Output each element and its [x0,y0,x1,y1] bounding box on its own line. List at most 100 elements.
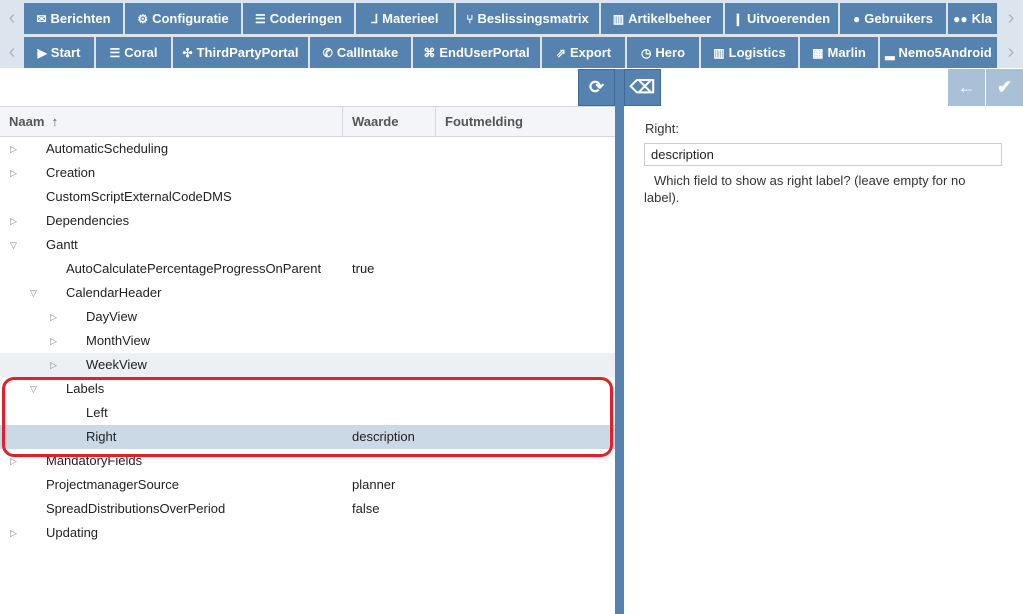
nav-tab-enduserportal[interactable]: ⌘ EndUserPortal [413,37,542,68]
expand-icon[interactable]: ▷ [10,209,17,233]
collapse-icon[interactable]: ▽ [30,281,37,305]
row-value: planner [352,477,396,492]
refresh-button[interactable]: ⟳ [578,69,615,106]
row-value: true [352,261,375,276]
row-name: Right [86,429,117,444]
nav-tab-label: Coral [124,45,158,60]
expand-icon[interactable]: ▷ [50,353,57,377]
tree-row[interactable]: ▷ Creation [0,161,615,185]
right-label-input[interactable] [644,143,1002,166]
tree-row[interactable]: ▽ Labels [0,377,615,401]
nav-tab-artikelbeheer[interactable]: ▥ Artikelbeheer [601,3,725,34]
column-header-error[interactable]: Foutmelding [436,107,615,136]
arrow-left-icon: ← [957,77,976,97]
tree-row[interactable]: CustomScriptExternalCodeDMS [0,185,615,209]
expand-icon[interactable]: ▷ [10,449,17,473]
toolbar: ⟳ ⌫ ← ✔ [0,68,1023,106]
nav-tab-label: EndUserPortal [439,45,530,60]
scroll-left-icon[interactable]: ‹ [0,3,24,34]
sliders-icon: ☰ [109,45,121,60]
refresh-icon: ⟳ [588,77,605,97]
nav-tab-configuratie[interactable]: ⚙ Configuratie [125,3,243,34]
nav-tab-label: Artikelbeheer [628,11,712,26]
nav-tab-marlin[interactable]: ▦ Marlin [800,37,880,68]
row-name: Dependencies [46,213,130,228]
tree-row[interactable]: ▽ CalendarHeader [0,281,615,305]
row-name: WeekView [86,357,147,372]
expand-icon[interactable]: ▷ [10,137,17,161]
nav-tab-label: Start [50,45,81,60]
sort-asc-icon: ↑ [51,114,59,129]
nav-tab-nemo5android[interactable]: ▂ Nemo5Android [880,37,999,68]
expand-icon[interactable]: ▷ [50,329,57,353]
nav-tab-materieel[interactable]: ⅃ Materieel [356,3,456,34]
confirm-button[interactable]: ✔ [986,69,1023,106]
nav-tab-label: Beslissingsmatrix [477,11,589,26]
tree-row[interactable]: ▷ MandatoryFields [0,449,615,473]
expand-icon[interactable]: ▷ [10,161,17,185]
portal-icon: ⌘ [423,45,436,60]
field-label: Right: [645,121,679,136]
collapse-icon[interactable]: ▽ [10,233,17,257]
collapse-icon[interactable]: ▽ [30,377,37,401]
row-name: SpreadDistributionsOverPeriod [46,501,226,516]
tree-row[interactable]: ▷ DayView [0,305,615,329]
tree-row[interactable]: ▷ AutomaticScheduling [0,137,615,161]
row-value: false [352,501,380,516]
calendar-icon: ▦ [812,45,824,60]
panel-splitter[interactable] [615,69,624,614]
row-name: Creation [46,165,96,180]
tree-row[interactable]: ▷ Updating [0,521,615,545]
nav-tab-start[interactable]: ▶ Start [24,37,96,68]
column-header-value[interactable]: Waarde [343,107,436,136]
nav-tab-label: Berichten [50,11,111,26]
expand-icon[interactable]: ▷ [50,305,57,329]
nav-tab-uitvoerenden[interactable]: ❙ Uitvoerenden [725,3,840,34]
scroll-left-icon[interactable]: ‹ [0,37,24,68]
nav-tab-beslissingsmatrix[interactable]: ⑂ Beslissingsmatrix [456,3,601,34]
tree-row[interactable]: Right description [0,425,615,449]
clear-button[interactable]: ⌫ [624,69,661,106]
tree-row[interactable]: SpreadDistributionsOverPeriod false [0,497,615,521]
field-help-text: Which field to show as right label? (lea… [644,173,966,205]
tree-row[interactable]: AutoCalculatePercentageProgressOnParent t… [0,257,615,281]
tree-row[interactable]: ▽ Gantt [0,233,615,257]
row-name: DayView [86,309,138,324]
tree-row[interactable]: ProjectmanagerSource planner [0,473,615,497]
export-icon: ⇗ [555,45,566,60]
nav-tab-berichten[interactable]: ✉ Berichten [24,3,125,34]
settings-tree: ▷ AutomaticScheduling ▷ Creation CustomScrip… [0,137,615,545]
column-header-name[interactable]: Naam ↑ [0,107,343,136]
scroll-right-icon[interactable]: › [999,37,1023,68]
nav-tab-coderingen[interactable]: ☰ Coderingen [243,3,356,34]
nav-tab-callintake[interactable]: ✆ CallIntake [310,37,413,68]
tree-row[interactable]: Left [0,401,615,425]
nav-tab-label: Coderingen [269,11,342,26]
nav-tab-hero[interactable]: ◷ Hero [627,37,701,68]
nav-tab-label: Export [569,45,612,60]
tree-row[interactable]: ▷ MonthView [0,329,615,353]
nav-tab-kla[interactable]: ●● Kla [948,3,999,34]
nav-tab-label: Hero [655,45,686,60]
expand-icon[interactable]: ▷ [10,521,17,545]
nav-tab-logistics[interactable]: ▥ Logistics [701,37,800,68]
tree-row[interactable]: ▷ WeekView [0,353,615,377]
nav-tab-export[interactable]: ⇗ Export [542,37,627,68]
barcode-icon: ▥ [612,11,625,26]
back-button[interactable]: ← [948,69,985,106]
tree-row[interactable]: ▷ Dependencies [0,209,615,233]
person-icon: ❙ [732,11,743,26]
row-name: AutoCalculatePercentageProgressOnParent [66,261,322,276]
nav-row-2: ‹ › ▶ Start ☰ Coral ✣ ThirdPartyPortal ✆ CallIn… [0,34,1023,68]
row-name: MandatoryFields [46,453,143,468]
row-name: ProjectmanagerSource [46,477,179,492]
row-value: description [352,429,415,444]
nav-tab-thirdpartyportal[interactable]: ✣ ThirdPartyPortal [173,37,310,68]
phone-icon: ✆ [322,45,333,60]
row-name: Updating [46,525,99,540]
nav-tab-coral[interactable]: ☰ Coral [96,37,173,68]
nav-tab-label: CallIntake [336,45,399,60]
nav-tab-gebruikers[interactable]: ● Gebruikers [840,3,948,34]
scroll-right-icon[interactable]: › [999,3,1023,34]
nav-tab-label: Gebruikers [864,11,933,26]
